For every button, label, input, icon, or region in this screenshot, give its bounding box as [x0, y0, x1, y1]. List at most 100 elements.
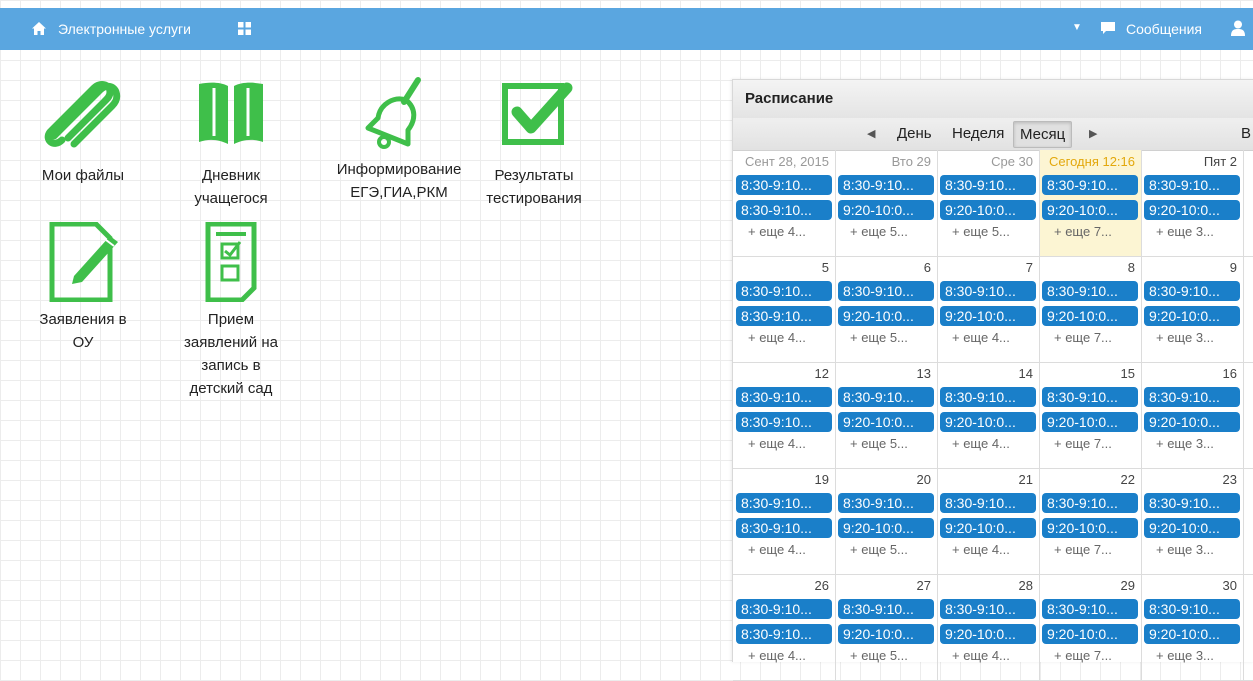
calendar-event[interactable]: 9:20-10:0... [1042, 200, 1138, 220]
calendar-event[interactable]: 8:30-9:10... [838, 175, 934, 195]
calendar-event[interactable]: 8:30-9:10... [1042, 493, 1138, 513]
calendar-day-cell[interactable]: 12 8:30-9:10... 8:30-9:10... + еще 4... [734, 362, 836, 468]
calendar-event[interactable]: 9:20-10:0... [1042, 624, 1138, 644]
calendar-event[interactable]: 8:30-9:10... [1144, 175, 1240, 195]
next-arrow-icon[interactable]: ▶ [1089, 127, 1097, 140]
calendar-day-cell[interactable]: Сре 30 8:30-9:10... 9:20-10:0... + еще 5... [938, 150, 1040, 256]
calendar-day-cell[interactable]: 22 8:30-9:10... 9:20-10:0... + еще 7... [1040, 468, 1142, 574]
calendar-event[interactable]: 9:20-10:0... [838, 518, 934, 538]
calendar-event[interactable]: 8:30-9:10... [1042, 387, 1138, 407]
calendar-event[interactable]: 8:30-9:10... [736, 175, 832, 195]
calendar-day-cell[interactable]: 29 8:30-9:10... 9:20-10:0... + еще 7... [1040, 574, 1142, 680]
calendar-event[interactable]: 9:20-10:0... [838, 412, 934, 432]
calendar-day-cell[interactable]: 14 8:30-9:10... 9:20-10:0... + еще 4... [938, 362, 1040, 468]
calendar-event[interactable]: 9:20-10:0... [1042, 412, 1138, 432]
calendar-event[interactable]: 9:20-10:0... [838, 200, 934, 220]
calendar-day-cell[interactable]: Вто 29 8:30-9:10... 9:20-10:0... + еще 5... [836, 150, 938, 256]
more-events-link[interactable]: + еще 5... [850, 224, 908, 239]
tile-informing[interactable]: Информирование ЕГЭ,ГИА,РКМ [326, 74, 472, 204]
more-events-link[interactable]: + еще 7... [1054, 436, 1112, 451]
calendar-event[interactable]: 9:20-10:0... [1144, 518, 1240, 538]
calendar-event[interactable]: 8:30-9:10... [736, 624, 832, 644]
view-month-button[interactable]: Месяц [1013, 121, 1073, 148]
more-events-link[interactable]: + еще 5... [850, 542, 908, 557]
calendar-event[interactable]: 8:30-9:10... [736, 599, 832, 619]
calendar-day-cell[interactable]: 21 8:30-9:10... 9:20-10:0... + еще 4... [938, 468, 1040, 574]
more-events-link[interactable]: + еще 5... [850, 436, 908, 451]
calendar-event[interactable]: 8:30-9:10... [736, 518, 832, 538]
tile-test-results[interactable]: Результаты тестирования [474, 78, 594, 210]
calendar-day-cell[interactable]: Сент 28, 2015 8:30-9:10... 8:30-9:10... + е… [734, 150, 836, 256]
calendar-day-cell[interactable]: 9 8:30-9:10... 9:20-10:0... + еще 3... [1142, 256, 1244, 362]
calendar-event[interactable]: 8:30-9:10... [838, 387, 934, 407]
toolbar-cut-button[interactable]: В [1241, 125, 1251, 142]
calendar-day-cell[interactable]: 23 8:30-9:10... 9:20-10:0... + еще 3... [1142, 468, 1244, 574]
calendar-event[interactable]: 8:30-9:10... [1042, 599, 1138, 619]
more-events-link[interactable]: + еще 4... [952, 436, 1010, 451]
calendar-day-cell[interactable]: 13 8:30-9:10... 9:20-10:0... + еще 5... [836, 362, 938, 468]
more-events-link[interactable]: + еще 7... [1054, 330, 1112, 345]
view-week-button[interactable]: Неделя [952, 125, 1004, 142]
calendar-day-cell[interactable]: 16 8:30-9:10... 9:20-10:0... + еще 3... [1142, 362, 1244, 468]
calendar-event[interactable]: 9:20-10:0... [1042, 306, 1138, 326]
calendar-event[interactable]: 8:30-9:10... [838, 493, 934, 513]
tile-my-files[interactable]: Мои файлы [28, 78, 138, 187]
more-events-link[interactable]: + еще 5... [850, 330, 908, 345]
calendar-event[interactable]: 9:20-10:0... [940, 624, 1036, 644]
calendar-event[interactable]: 9:20-10:0... [1144, 306, 1240, 326]
calendar-event[interactable]: 9:20-10:0... [940, 518, 1036, 538]
more-events-link[interactable]: + еще 4... [952, 542, 1010, 557]
calendar-event[interactable]: 9:20-10:0... [1144, 200, 1240, 220]
more-events-link[interactable]: + еще 3... [1156, 224, 1214, 239]
calendar-day-cell[interactable]: 20 8:30-9:10... 9:20-10:0... + еще 5... [836, 468, 938, 574]
calendar-day-cell[interactable]: 19 8:30-9:10... 8:30-9:10... + еще 4... [734, 468, 836, 574]
calendar-day-cell[interactable]: 7 8:30-9:10... 9:20-10:0... + еще 4... [938, 256, 1040, 362]
apps-grid-icon[interactable] [238, 22, 251, 38]
messages-link[interactable]: Сообщения [1126, 21, 1202, 37]
app-title-link[interactable]: Электронные услуги [58, 21, 191, 37]
more-events-link[interactable]: + еще 7... [1054, 224, 1112, 239]
view-day-button[interactable]: День [897, 125, 932, 142]
calendar-event[interactable]: 8:30-9:10... [736, 493, 832, 513]
more-events-link[interactable]: + еще 4... [748, 542, 806, 557]
calendar-event[interactable]: 9:20-10:0... [1042, 518, 1138, 538]
calendar-event[interactable]: 8:30-9:10... [940, 387, 1036, 407]
more-events-link[interactable]: + еще 4... [748, 330, 806, 345]
calendar-event[interactable]: 8:30-9:10... [1144, 599, 1240, 619]
more-events-link[interactable]: + еще 3... [1156, 436, 1214, 451]
calendar-day-cell[interactable]: 28 8:30-9:10... 9:20-10:0... + еще 4... [938, 574, 1040, 680]
calendar-day-cell[interactable]: 27 8:30-9:10... 9:20-10:0... + еще 5... [836, 574, 938, 680]
user-icon[interactable] [1231, 20, 1245, 39]
calendar-event[interactable]: 8:30-9:10... [1144, 281, 1240, 301]
chat-bubble-icon[interactable] [1100, 21, 1116, 38]
calendar-day-cell[interactable]: Пят 2 8:30-9:10... 9:20-10:0... + еще 3... [1142, 150, 1244, 256]
calendar-event[interactable]: 8:30-9:10... [736, 412, 832, 432]
calendar-day-cell[interactable]: 8 8:30-9:10... 9:20-10:0... + еще 7... [1040, 256, 1142, 362]
calendar-event[interactable]: 8:30-9:10... [736, 200, 832, 220]
calendar-event[interactable]: 8:30-9:10... [940, 493, 1036, 513]
calendar-event[interactable]: 8:30-9:10... [736, 306, 832, 326]
more-events-link[interactable]: + еще 3... [1156, 542, 1214, 557]
tile-school-applications[interactable]: Заявления в ОУ [28, 221, 138, 354]
calendar-day-cell[interactable]: 6 8:30-9:10... 9:20-10:0... + еще 5... [836, 256, 938, 362]
tile-diary[interactable]: Дневник учащегося [176, 78, 286, 210]
calendar-event[interactable]: 9:20-10:0... [1144, 412, 1240, 432]
calendar-event[interactable]: 8:30-9:10... [1042, 175, 1138, 195]
dropdown-caret-icon[interactable]: ▼ [1072, 22, 1082, 33]
calendar-event[interactable]: 9:20-10:0... [940, 200, 1036, 220]
calendar-event[interactable]: 8:30-9:10... [940, 599, 1036, 619]
tile-kindergarten[interactable]: Прием заявлений на запись в детский сад [176, 221, 286, 400]
calendar-event[interactable]: 9:20-10:0... [838, 624, 934, 644]
calendar-day-cell[interactable]: 5 8:30-9:10... 8:30-9:10... + еще 4... [734, 256, 836, 362]
calendar-event[interactable]: 8:30-9:10... [1042, 281, 1138, 301]
calendar-event[interactable]: 8:30-9:10... [1144, 387, 1240, 407]
calendar-day-cell[interactable]: Сегодня 12:16 8:30-9:10... 9:20-10:0... + е… [1040, 150, 1142, 256]
more-events-link[interactable]: + еще 4... [748, 436, 806, 451]
calendar-event[interactable]: 9:20-10:0... [940, 412, 1036, 432]
calendar-event[interactable]: 8:30-9:10... [838, 281, 934, 301]
calendar-event[interactable]: 8:30-9:10... [736, 281, 832, 301]
more-events-link[interactable]: + еще 7... [1054, 542, 1112, 557]
more-events-link[interactable]: + еще 4... [748, 224, 806, 239]
calendar-event[interactable]: 9:20-10:0... [940, 306, 1036, 326]
more-events-link[interactable]: + еще 3... [1156, 330, 1214, 345]
